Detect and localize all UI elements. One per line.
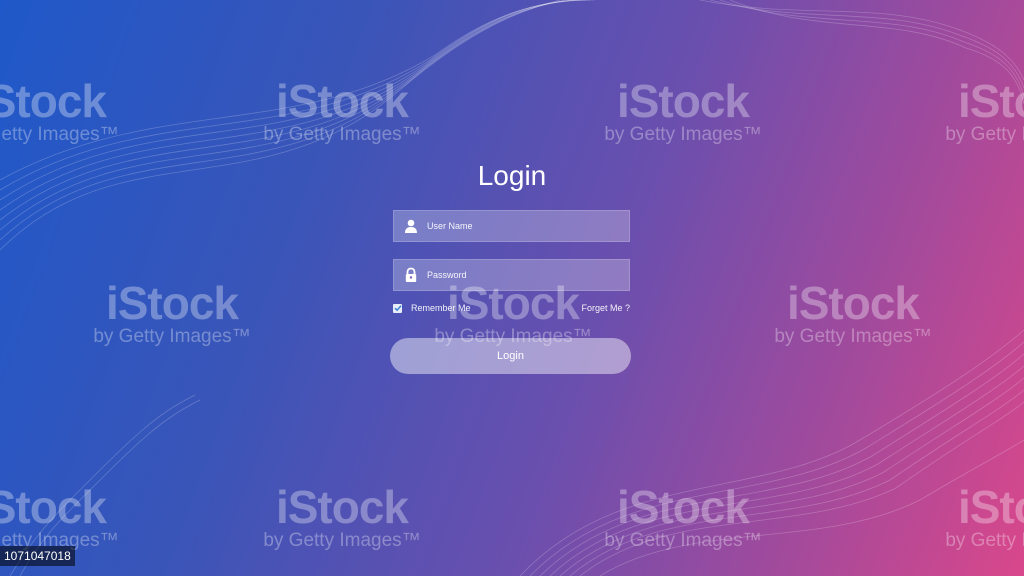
password-input[interactable] [427,270,629,280]
login-button[interactable]: Login [390,338,631,374]
remember-me-checkbox[interactable] [393,303,402,313]
user-icon [403,218,419,234]
remember-me-label: Remember Me [411,303,471,313]
forgot-link[interactable]: Forget Me ? [581,303,630,313]
lock-icon [403,267,419,283]
username-input[interactable] [427,221,629,231]
check-icon [393,305,402,312]
login-screen: iStock by Getty Images™ iStock by Getty … [0,0,1024,576]
password-field[interactable] [393,259,630,291]
username-field[interactable] [393,210,630,242]
login-options: Remember Me Forget Me ? [393,301,630,315]
remember-me-toggle[interactable]: Remember Me [393,303,471,313]
image-id-badge: 1071047018 [0,546,75,566]
login-title: Login [477,160,547,191]
